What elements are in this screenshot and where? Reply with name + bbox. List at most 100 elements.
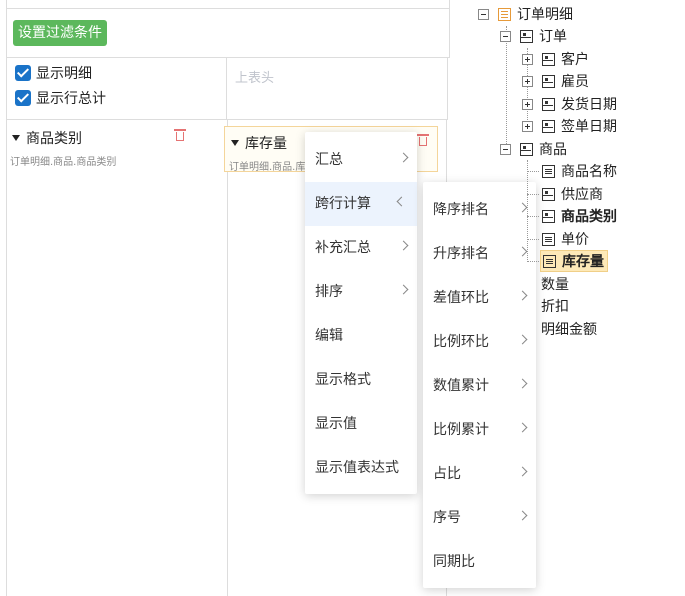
tree-node-employee[interactable]: 雇员 (522, 70, 589, 92)
dimension-icon (542, 97, 555, 111)
tree-node-label: 订单明细 (517, 7, 573, 23)
collapse-icon[interactable] (500, 30, 511, 42)
dimension-icon (542, 74, 555, 88)
tree-node-label: 签单日期 (561, 119, 617, 135)
row-header-dropzone[interactable] (6, 120, 228, 596)
options-area: 显示明细 显示行总计 (6, 57, 227, 120)
tree-node-label: 数量 (541, 277, 569, 293)
submenu-item-label: 序号 (433, 510, 461, 526)
tree-node-unit-price[interactable]: 单价 (542, 228, 589, 250)
menu-item-display-value[interactable]: 显示值 (305, 402, 417, 446)
show-detail-label: 显示明细 (36, 66, 92, 82)
submenu-item-label: 同期比 (433, 554, 475, 570)
row-field-title[interactable]: 商品类别 (12, 128, 82, 148)
tree-node-order[interactable]: 订单 (500, 25, 567, 47)
tree-node-product-category[interactable]: 商品类别 (542, 205, 617, 227)
set-filter-button[interactable]: 设置过滤条件 (13, 20, 107, 46)
filter-area: 设置过滤条件 (6, 8, 450, 58)
dimension-icon (520, 29, 533, 43)
context-menu: 汇总 跨行计算 补充汇总 排序 编辑 显示格式 显示值 显示值表达式 (305, 132, 417, 494)
dimension-icon (542, 209, 555, 223)
submenu-item-label: 占比 (433, 466, 461, 482)
table-icon (498, 7, 511, 21)
menu-item-display-value-expression[interactable]: 显示值表达式 (305, 446, 417, 490)
field-icon (542, 164, 555, 178)
expand-icon[interactable] (522, 53, 533, 65)
tree-node-highlight: 库存量 (540, 250, 608, 272)
tree-node-detail-amount[interactable]: 明细金额 (541, 318, 597, 340)
tree-node-product-name[interactable]: 商品名称 (542, 160, 617, 182)
show-row-total-option[interactable]: 显示行总计 (15, 88, 106, 108)
tree-connector (527, 171, 539, 172)
field-tree: 订单明细 订单 客户 雇员 发货日期 签单日期 商品 商品名称 供应商 商品类别… (470, 0, 685, 596)
data-field-title[interactable]: 库存量 (231, 133, 287, 153)
menu-item-display-format[interactable]: 显示格式 (305, 358, 417, 402)
tree-node-label: 明细金额 (541, 322, 597, 338)
tree-node-discount[interactable]: 折扣 (541, 295, 569, 317)
tree-connector (527, 160, 528, 262)
show-row-total-checkbox[interactable] (15, 90, 31, 106)
tree-connector (527, 194, 539, 195)
tree-node-quantity[interactable]: 数量 (541, 273, 569, 295)
menu-item-label: 显示值 (315, 416, 357, 432)
tree-node-customer[interactable]: 客户 (522, 48, 589, 70)
column-header-placeholder: 上表头 (235, 71, 275, 86)
menu-item-supplement-summary[interactable]: 补充汇总 (305, 226, 417, 270)
dimension-icon (542, 187, 555, 201)
menu-item-cross-row-calc[interactable]: 跨行计算 (305, 182, 417, 226)
chevron-right-icon (398, 152, 409, 163)
tree-node-label: 发货日期 (561, 97, 617, 113)
delete-icon[interactable] (417, 133, 429, 147)
field-icon (543, 254, 556, 268)
menu-item-label: 显示格式 (315, 372, 371, 388)
caret-down-icon[interactable] (12, 135, 20, 141)
tree-node-stock-qty[interactable]: 库存量 (540, 250, 608, 272)
expand-icon[interactable] (522, 120, 533, 132)
tree-node-label: 客户 (561, 52, 589, 68)
tree-connector (527, 261, 539, 262)
field-icon (542, 232, 555, 246)
tree-node-product[interactable]: 商品 (500, 138, 567, 160)
collapse-icon[interactable] (478, 8, 489, 20)
chevron-right-icon (398, 240, 409, 251)
menu-item-label: 汇总 (315, 152, 343, 168)
column-header-dropzone[interactable]: 上表头 (226, 57, 448, 120)
show-detail-option[interactable]: 显示明细 (15, 63, 92, 83)
tree-node-ship-date[interactable]: 发货日期 (522, 93, 617, 115)
menu-item-label: 排序 (315, 284, 343, 300)
collapse-icon[interactable] (500, 143, 511, 155)
menu-item-edit[interactable]: 编辑 (305, 314, 417, 358)
menu-item-summary[interactable]: 汇总 (305, 138, 417, 182)
show-detail-checkbox[interactable] (15, 65, 31, 81)
expand-icon[interactable] (522, 75, 533, 87)
row-field-label: 商品类别 (26, 131, 82, 147)
tree-node-sign-date[interactable]: 签单日期 (522, 115, 617, 137)
dimension-icon (520, 142, 533, 156)
tree-node-label: 单价 (561, 232, 589, 248)
tree-node-label: 库存量 (562, 254, 604, 270)
tree-connector (527, 216, 539, 217)
dimension-icon (542, 52, 555, 66)
menu-item-label: 编辑 (315, 328, 343, 344)
delete-icon[interactable] (174, 128, 186, 142)
tree-node-label: 雇员 (561, 74, 589, 90)
tree-connector (527, 239, 539, 240)
tree-node-root[interactable]: 订单明细 (478, 3, 573, 25)
tree-node-label: 供应商 (561, 187, 603, 203)
show-row-total-label: 显示行总计 (36, 91, 106, 107)
tree-node-supplier[interactable]: 供应商 (542, 183, 603, 205)
tree-node-label: 商品类别 (561, 209, 617, 225)
tree-node-label: 商品 (539, 142, 567, 158)
caret-down-icon[interactable] (231, 140, 239, 146)
chevron-left-icon (396, 196, 407, 207)
tree-node-label: 订单 (539, 29, 567, 45)
menu-item-label: 跨行计算 (315, 196, 371, 212)
row-field-path: 订单明细.商品.商品类别 (10, 157, 117, 168)
data-field-path: 订单明细.商品.库存量 (229, 162, 307, 173)
data-field-label: 库存量 (245, 136, 287, 152)
dimension-icon (542, 119, 555, 133)
menu-item-label: 补充汇总 (315, 240, 371, 256)
row-field-card[interactable]: 商品类别 订单明细.商品.商品类别 (6, 122, 198, 168)
expand-icon[interactable] (522, 98, 533, 110)
menu-item-sort[interactable]: 排序 (305, 270, 417, 314)
